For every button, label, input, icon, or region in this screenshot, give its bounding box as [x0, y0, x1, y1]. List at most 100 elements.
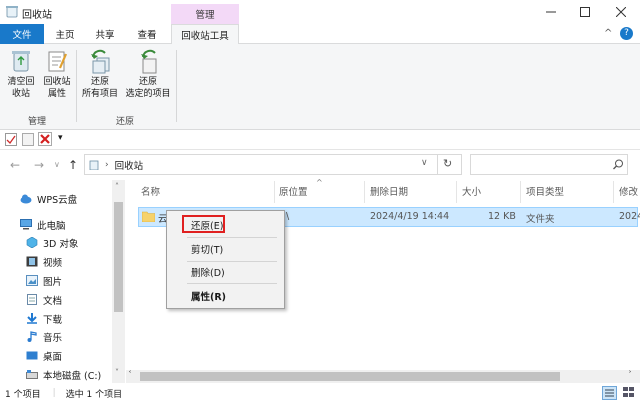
group-label-restore: 还原 [116, 117, 135, 127]
download-icon [27, 313, 37, 324]
nav-item-this-pc[interactable]: 此电脑 [0, 215, 112, 234]
column-header-original-location[interactable]: 原位置 [279, 184, 308, 198]
column-header-date-deleted[interactable]: 删除日期 [370, 184, 408, 198]
column-header-name[interactable]: 名称 [141, 184, 160, 198]
minimize-button[interactable] [534, 0, 568, 24]
status-item-count: 1 个项目 [5, 389, 41, 400]
empty-recycle-bin-button[interactable]: 清空回 收站 [4, 48, 38, 100]
help-icon[interactable]: ? [620, 27, 633, 40]
up-arrow-icon[interactable]: ↑ [68, 158, 78, 172]
nav-label: 本地磁盘 (C:) [43, 370, 102, 382]
nav-item-pictures[interactable]: 图片 [0, 271, 112, 290]
tab-view[interactable]: 查看 [130, 24, 164, 44]
column-header-modified[interactable]: 修改 [619, 184, 638, 198]
breadcrumb-separator-icon: › [105, 159, 109, 170]
column-divider [364, 181, 365, 203]
nav-item-videos[interactable]: 视频 [0, 252, 112, 271]
search-icon [613, 159, 623, 170]
tab-home[interactable]: 主页 [48, 24, 82, 44]
menu-item-delete[interactable]: 删除(D) [167, 262, 284, 282]
refresh-icon[interactable]: ↻ [443, 157, 452, 170]
ribbon: 清空回 收站 回收站 属性 管理 还原 所有项目 还原 选定的项目 还原 [0, 44, 640, 130]
restore-selected-button[interactable]: 还原 选定的项目 [122, 48, 174, 100]
menu-item-cut[interactable]: 剪切(T) [167, 239, 284, 259]
breadcrumb-recycle-bin[interactable]: 回收站 [115, 158, 144, 172]
close-icon [616, 7, 626, 17]
3d-objects-icon [26, 237, 38, 248]
restore-selected-label: 还原 选定的项目 [125, 77, 171, 99]
address-dropdown-icon[interactable]: ∨ [421, 158, 428, 168]
column-header-size[interactable]: 大小 [462, 184, 481, 198]
nav-item-documents[interactable]: 文档 [0, 290, 112, 309]
nav-label: 下载 [43, 314, 63, 326]
recycle-bin-icon [89, 160, 99, 170]
column-divider [520, 181, 521, 203]
address-divider [437, 154, 438, 175]
search-box[interactable] [470, 154, 628, 175]
recycle-bin-icon [6, 6, 18, 18]
pictures-icon [26, 275, 38, 286]
delete-icon[interactable] [38, 132, 52, 146]
recent-locations-chevron-icon[interactable]: ∨ [54, 160, 60, 169]
recycle-bin-icon [12, 51, 30, 72]
empty-recycle-bin-label: 清空回 收站 [7, 77, 35, 99]
file-modified: 2024 [619, 211, 640, 222]
scrollbar-thumb[interactable] [114, 202, 123, 312]
cloud-icon [20, 194, 32, 204]
nav-item-music[interactable]: 音乐 [0, 327, 112, 346]
documents-icon [27, 294, 37, 305]
maximize-icon [580, 7, 590, 17]
nav-item-local-disk-c[interactable]: 本地磁盘 (C:) [0, 365, 112, 384]
group-divider [76, 50, 77, 122]
horizontal-scrollbar[interactable]: ˂ ˃ [126, 370, 640, 383]
customize-toolbar-icon[interactable]: ▾ [58, 133, 63, 143]
status-bar: 1 个项目 | 选中 1 个项目 [0, 383, 640, 403]
highlight-box [182, 215, 225, 233]
restore-selected-icon [141, 49, 157, 74]
nav-item-wps-cloud[interactable]: WPS云盘 [0, 189, 112, 208]
scroll-left-icon[interactable]: ˂ [128, 370, 132, 379]
forward-arrow-icon[interactable]: → [34, 158, 44, 172]
minimize-icon [546, 11, 556, 13]
collapse-ribbon-icon[interactable]: ^ [604, 28, 612, 39]
restore-all-button[interactable]: 还原 所有项目 [78, 48, 122, 100]
file-date-deleted: 2024/4/19 14:44 [370, 211, 450, 222]
details-view-button[interactable] [602, 386, 617, 400]
scrollbar-thumb[interactable] [140, 372, 560, 381]
properties-check-icon[interactable] [5, 133, 17, 146]
group-divider [176, 50, 177, 122]
scroll-right-icon[interactable]: ˃ [628, 370, 632, 379]
recycle-bin-properties-button[interactable]: 回收站 属性 [40, 48, 74, 100]
tab-recycle-bin-tools[interactable]: 回收站工具 [171, 24, 239, 45]
window-title: 回收站 [22, 10, 52, 21]
nav-label: 此电脑 [37, 220, 66, 232]
nav-item-desktop[interactable]: 桌面 [0, 346, 112, 365]
nav-item-3d-objects[interactable]: 3D 对象 [0, 233, 112, 252]
tab-share[interactable]: 共享 [88, 24, 122, 44]
menu-separator [187, 283, 277, 284]
search-input[interactable] [471, 155, 607, 174]
new-folder-icon[interactable] [22, 133, 34, 146]
scroll-up-icon[interactable]: ˄ [115, 182, 119, 191]
restore-all-icon [91, 49, 110, 74]
maximize-button[interactable] [568, 0, 602, 24]
tab-file[interactable]: 文件 [0, 24, 44, 44]
large-icons-view-button[interactable] [622, 386, 637, 400]
column-divider [456, 181, 457, 203]
navigation-pane-scrollbar[interactable]: ˄ ˅ [112, 180, 125, 383]
sort-ascending-icon: ^ [316, 178, 323, 187]
computer-icon [20, 219, 32, 230]
back-arrow-icon[interactable]: ← [10, 158, 20, 172]
column-header-item-type[interactable]: 项目类型 [526, 184, 564, 198]
menu-item-properties[interactable]: 属性(R) [167, 286, 284, 306]
music-icon [27, 331, 37, 342]
scroll-down-icon[interactable]: ˅ [115, 368, 119, 377]
address-bar[interactable]: › 回收站 ∨ ↻ [84, 154, 462, 175]
context-tab-group-label: 管理 [171, 4, 239, 24]
nav-label: 桌面 [43, 351, 63, 363]
nav-item-downloads[interactable]: 下载 [0, 309, 112, 328]
desktop-icon [26, 351, 38, 360]
title-bar: 回收站 管理 [0, 0, 640, 24]
close-button[interactable] [604, 0, 638, 24]
nav-label: 3D 对象 [43, 238, 79, 250]
